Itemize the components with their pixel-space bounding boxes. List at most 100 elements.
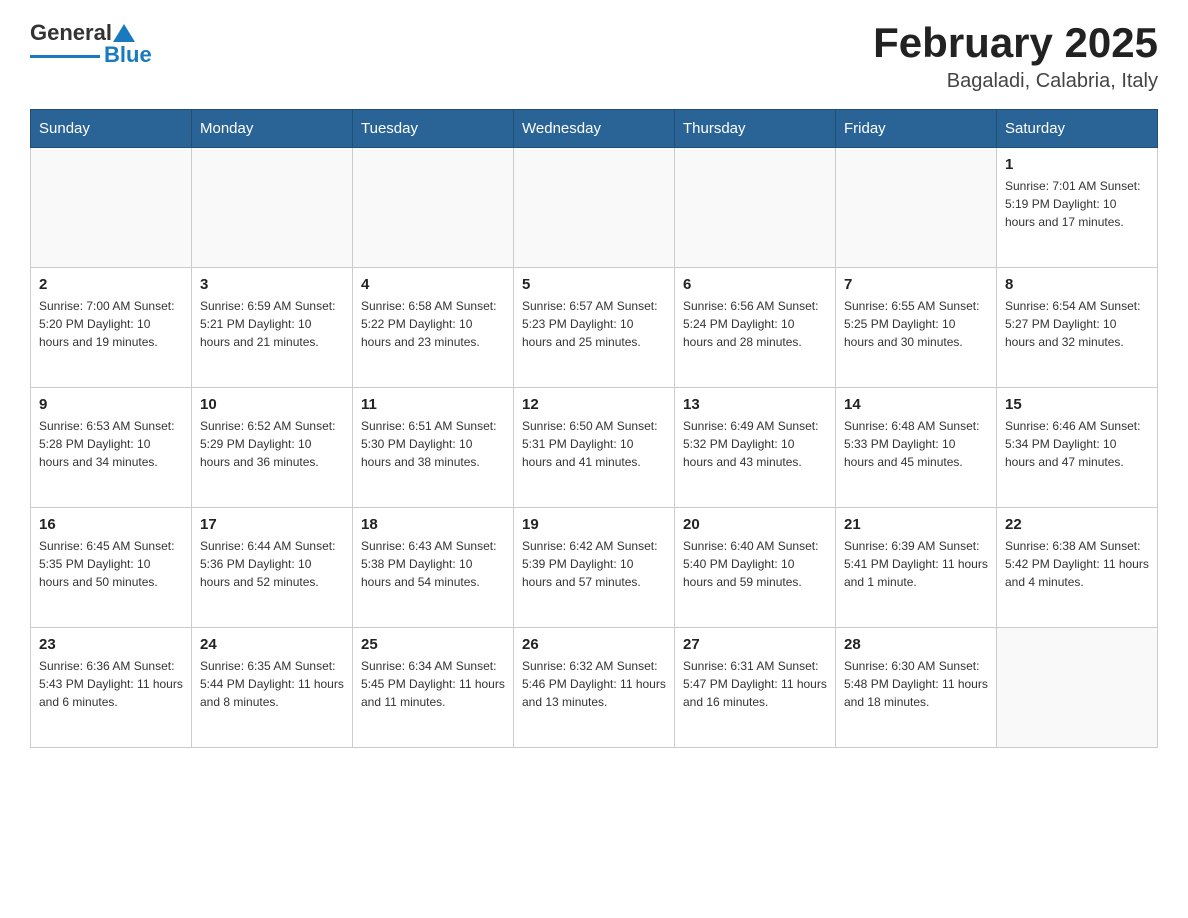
day-number: 11 [361, 396, 505, 413]
calendar-cell [192, 148, 353, 268]
day-info: Sunrise: 6:31 AM Sunset: 5:47 PM Dayligh… [683, 657, 827, 711]
calendar-cell [353, 148, 514, 268]
day-number: 9 [39, 396, 183, 413]
calendar-cell: 20 Sunrise: 6:40 AM Sunset: 5:40 PM Dayli… [675, 508, 836, 628]
day-header-tuesday: Tuesday [353, 110, 514, 148]
calendar-cell: 14 Sunrise: 6:48 AM Sunset: 5:33 PM Dayli… [836, 388, 997, 508]
day-info: Sunrise: 6:35 AM Sunset: 5:44 PM Dayligh… [200, 657, 344, 711]
calendar-cell: 6Sunrise: 6:56 AM Sunset: 5:24 PM Daylig… [675, 268, 836, 388]
day-number: 3 [200, 276, 344, 293]
calendar-cell [836, 148, 997, 268]
logo-blue-text: Blue [104, 42, 152, 68]
day-info: Sunrise: 6:48 AM Sunset: 5:33 PM Dayligh… [844, 417, 988, 471]
page-header: General Blue February 2025 Bagaladi, Cal… [30, 20, 1158, 93]
day-number: 12 [522, 396, 666, 413]
calendar-week-row: 9 Sunrise: 6:53 AM Sunset: 5:28 PM Daylig… [31, 388, 1158, 508]
day-number: 21 [844, 516, 988, 533]
day-header-friday: Friday [836, 110, 997, 148]
day-info: Sunrise: 6:49 AM Sunset: 5:32 PM Dayligh… [683, 417, 827, 471]
day-info: Sunrise: 6:52 AM Sunset: 5:29 PM Dayligh… [200, 417, 344, 471]
day-number: 17 [200, 516, 344, 533]
day-info: Sunrise: 6:54 AM Sunset: 5:27 PM Dayligh… [1005, 297, 1149, 351]
day-info: Sunrise: 7:00 AM Sunset: 5:20 PM Dayligh… [39, 297, 183, 351]
day-number: 13 [683, 396, 827, 413]
logo-line [30, 55, 100, 58]
day-number: 15 [1005, 396, 1149, 413]
calendar-cell: 24Sunrise: 6:35 AM Sunset: 5:44 PM Dayli… [192, 628, 353, 748]
day-info: Sunrise: 6:32 AM Sunset: 5:46 PM Dayligh… [522, 657, 666, 711]
calendar-week-row: 2 Sunrise: 7:00 AM Sunset: 5:20 PM Daylig… [31, 268, 1158, 388]
calendar-cell [675, 148, 836, 268]
day-info: Sunrise: 7:01 AM Sunset: 5:19 PM Dayligh… [1005, 177, 1149, 231]
day-info: Sunrise: 6:50 AM Sunset: 5:31 PM Dayligh… [522, 417, 666, 471]
day-number: 19 [522, 516, 666, 533]
calendar-cell: 9 Sunrise: 6:53 AM Sunset: 5:28 PM Daylig… [31, 388, 192, 508]
day-header-sunday: Sunday [31, 110, 192, 148]
day-info: Sunrise: 6:57 AM Sunset: 5:23 PM Dayligh… [522, 297, 666, 351]
day-number: 10 [200, 396, 344, 413]
day-number: 8 [1005, 276, 1149, 293]
calendar-cell: 17Sunrise: 6:44 AM Sunset: 5:36 PM Dayli… [192, 508, 353, 628]
calendar-cell: 10 Sunrise: 6:52 AM Sunset: 5:29 PM Dayli… [192, 388, 353, 508]
day-info: Sunrise: 6:34 AM Sunset: 5:45 PM Dayligh… [361, 657, 505, 711]
day-info: Sunrise: 6:42 AM Sunset: 5:39 PM Dayligh… [522, 537, 666, 591]
calendar-cell: 15 Sunrise: 6:46 AM Sunset: 5:34 PM Dayli… [997, 388, 1158, 508]
day-number: 4 [361, 276, 505, 293]
day-info: Sunrise: 6:51 AM Sunset: 5:30 PM Dayligh… [361, 417, 505, 471]
day-number: 23 [39, 636, 183, 653]
day-header-saturday: Saturday [997, 110, 1158, 148]
calendar-cell: 28Sunrise: 6:30 AM Sunset: 5:48 PM Dayli… [836, 628, 997, 748]
calendar-cell: 26 Sunrise: 6:32 AM Sunset: 5:46 PM Dayli… [514, 628, 675, 748]
calendar-cell: 12 Sunrise: 6:50 AM Sunset: 5:31 PM Dayli… [514, 388, 675, 508]
calendar-cell: 4 Sunrise: 6:58 AM Sunset: 5:22 PM Daylig… [353, 268, 514, 388]
calendar-cell: 2 Sunrise: 7:00 AM Sunset: 5:20 PM Daylig… [31, 268, 192, 388]
calendar-cell: 8 Sunrise: 6:54 AM Sunset: 5:27 PM Daylig… [997, 268, 1158, 388]
calendar-cell: 22Sunrise: 6:38 AM Sunset: 5:42 PM Dayli… [997, 508, 1158, 628]
calendar-cell [31, 148, 192, 268]
calendar-cell: 25 Sunrise: 6:34 AM Sunset: 5:45 PM Dayli… [353, 628, 514, 748]
calendar-cell: 11 Sunrise: 6:51 AM Sunset: 5:30 PM Dayli… [353, 388, 514, 508]
calendar-cell [997, 628, 1158, 748]
day-number: 7 [844, 276, 988, 293]
calendar-header-row: SundayMondayTuesdayWednesdayThursdayFrid… [31, 110, 1158, 148]
day-info: Sunrise: 6:43 AM Sunset: 5:38 PM Dayligh… [361, 537, 505, 591]
calendar-table: SundayMondayTuesdayWednesdayThursdayFrid… [30, 109, 1158, 748]
day-info: Sunrise: 6:36 AM Sunset: 5:43 PM Dayligh… [39, 657, 183, 711]
day-info: Sunrise: 6:58 AM Sunset: 5:22 PM Dayligh… [361, 297, 505, 351]
day-info: Sunrise: 6:46 AM Sunset: 5:34 PM Dayligh… [1005, 417, 1149, 471]
calendar-week-row: 16 Sunrise: 6:45 AM Sunset: 5:35 PM Dayli… [31, 508, 1158, 628]
day-number: 14 [844, 396, 988, 413]
day-number: 5 [522, 276, 666, 293]
calendar-cell: 3 Sunrise: 6:59 AM Sunset: 5:21 PM Daylig… [192, 268, 353, 388]
day-header-monday: Monday [192, 110, 353, 148]
calendar-cell: 21 Sunrise: 6:39 AM Sunset: 5:41 PM Dayli… [836, 508, 997, 628]
day-info: Sunrise: 6:55 AM Sunset: 5:25 PM Dayligh… [844, 297, 988, 351]
day-number: 6 [683, 276, 827, 293]
day-info: Sunrise: 6:59 AM Sunset: 5:21 PM Dayligh… [200, 297, 344, 351]
day-number: 16 [39, 516, 183, 533]
calendar-cell: 1Sunrise: 7:01 AM Sunset: 5:19 PM Daylig… [997, 148, 1158, 268]
calendar-cell: 23 Sunrise: 6:36 AM Sunset: 5:43 PM Dayli… [31, 628, 192, 748]
day-header-thursday: Thursday [675, 110, 836, 148]
calendar-cell: 27Sunrise: 6:31 AM Sunset: 5:47 PM Dayli… [675, 628, 836, 748]
calendar-cell: 5 Sunrise: 6:57 AM Sunset: 5:23 PM Daylig… [514, 268, 675, 388]
day-number: 18 [361, 516, 505, 533]
day-info: Sunrise: 6:39 AM Sunset: 5:41 PM Dayligh… [844, 537, 988, 591]
day-info: Sunrise: 6:30 AM Sunset: 5:48 PM Dayligh… [844, 657, 988, 711]
day-number: 2 [39, 276, 183, 293]
day-number: 20 [683, 516, 827, 533]
day-info: Sunrise: 6:45 AM Sunset: 5:35 PM Dayligh… [39, 537, 183, 591]
day-info: Sunrise: 6:40 AM Sunset: 5:40 PM Dayligh… [683, 537, 827, 591]
day-number: 22 [1005, 516, 1149, 533]
calendar-cell: 16 Sunrise: 6:45 AM Sunset: 5:35 PM Dayli… [31, 508, 192, 628]
logo-triangle-icon [113, 24, 135, 42]
logo: General Blue [30, 20, 152, 68]
day-info: Sunrise: 6:53 AM Sunset: 5:28 PM Dayligh… [39, 417, 183, 471]
title-block: February 2025 Bagaladi, Calabria, Italy [873, 20, 1158, 93]
calendar-cell [514, 148, 675, 268]
calendar-week-row: 23 Sunrise: 6:36 AM Sunset: 5:43 PM Dayli… [31, 628, 1158, 748]
day-number: 26 [522, 636, 666, 653]
calendar-cell: 13 Sunrise: 6:49 AM Sunset: 5:32 PM Dayli… [675, 388, 836, 508]
day-number: 25 [361, 636, 505, 653]
day-header-wednesday: Wednesday [514, 110, 675, 148]
